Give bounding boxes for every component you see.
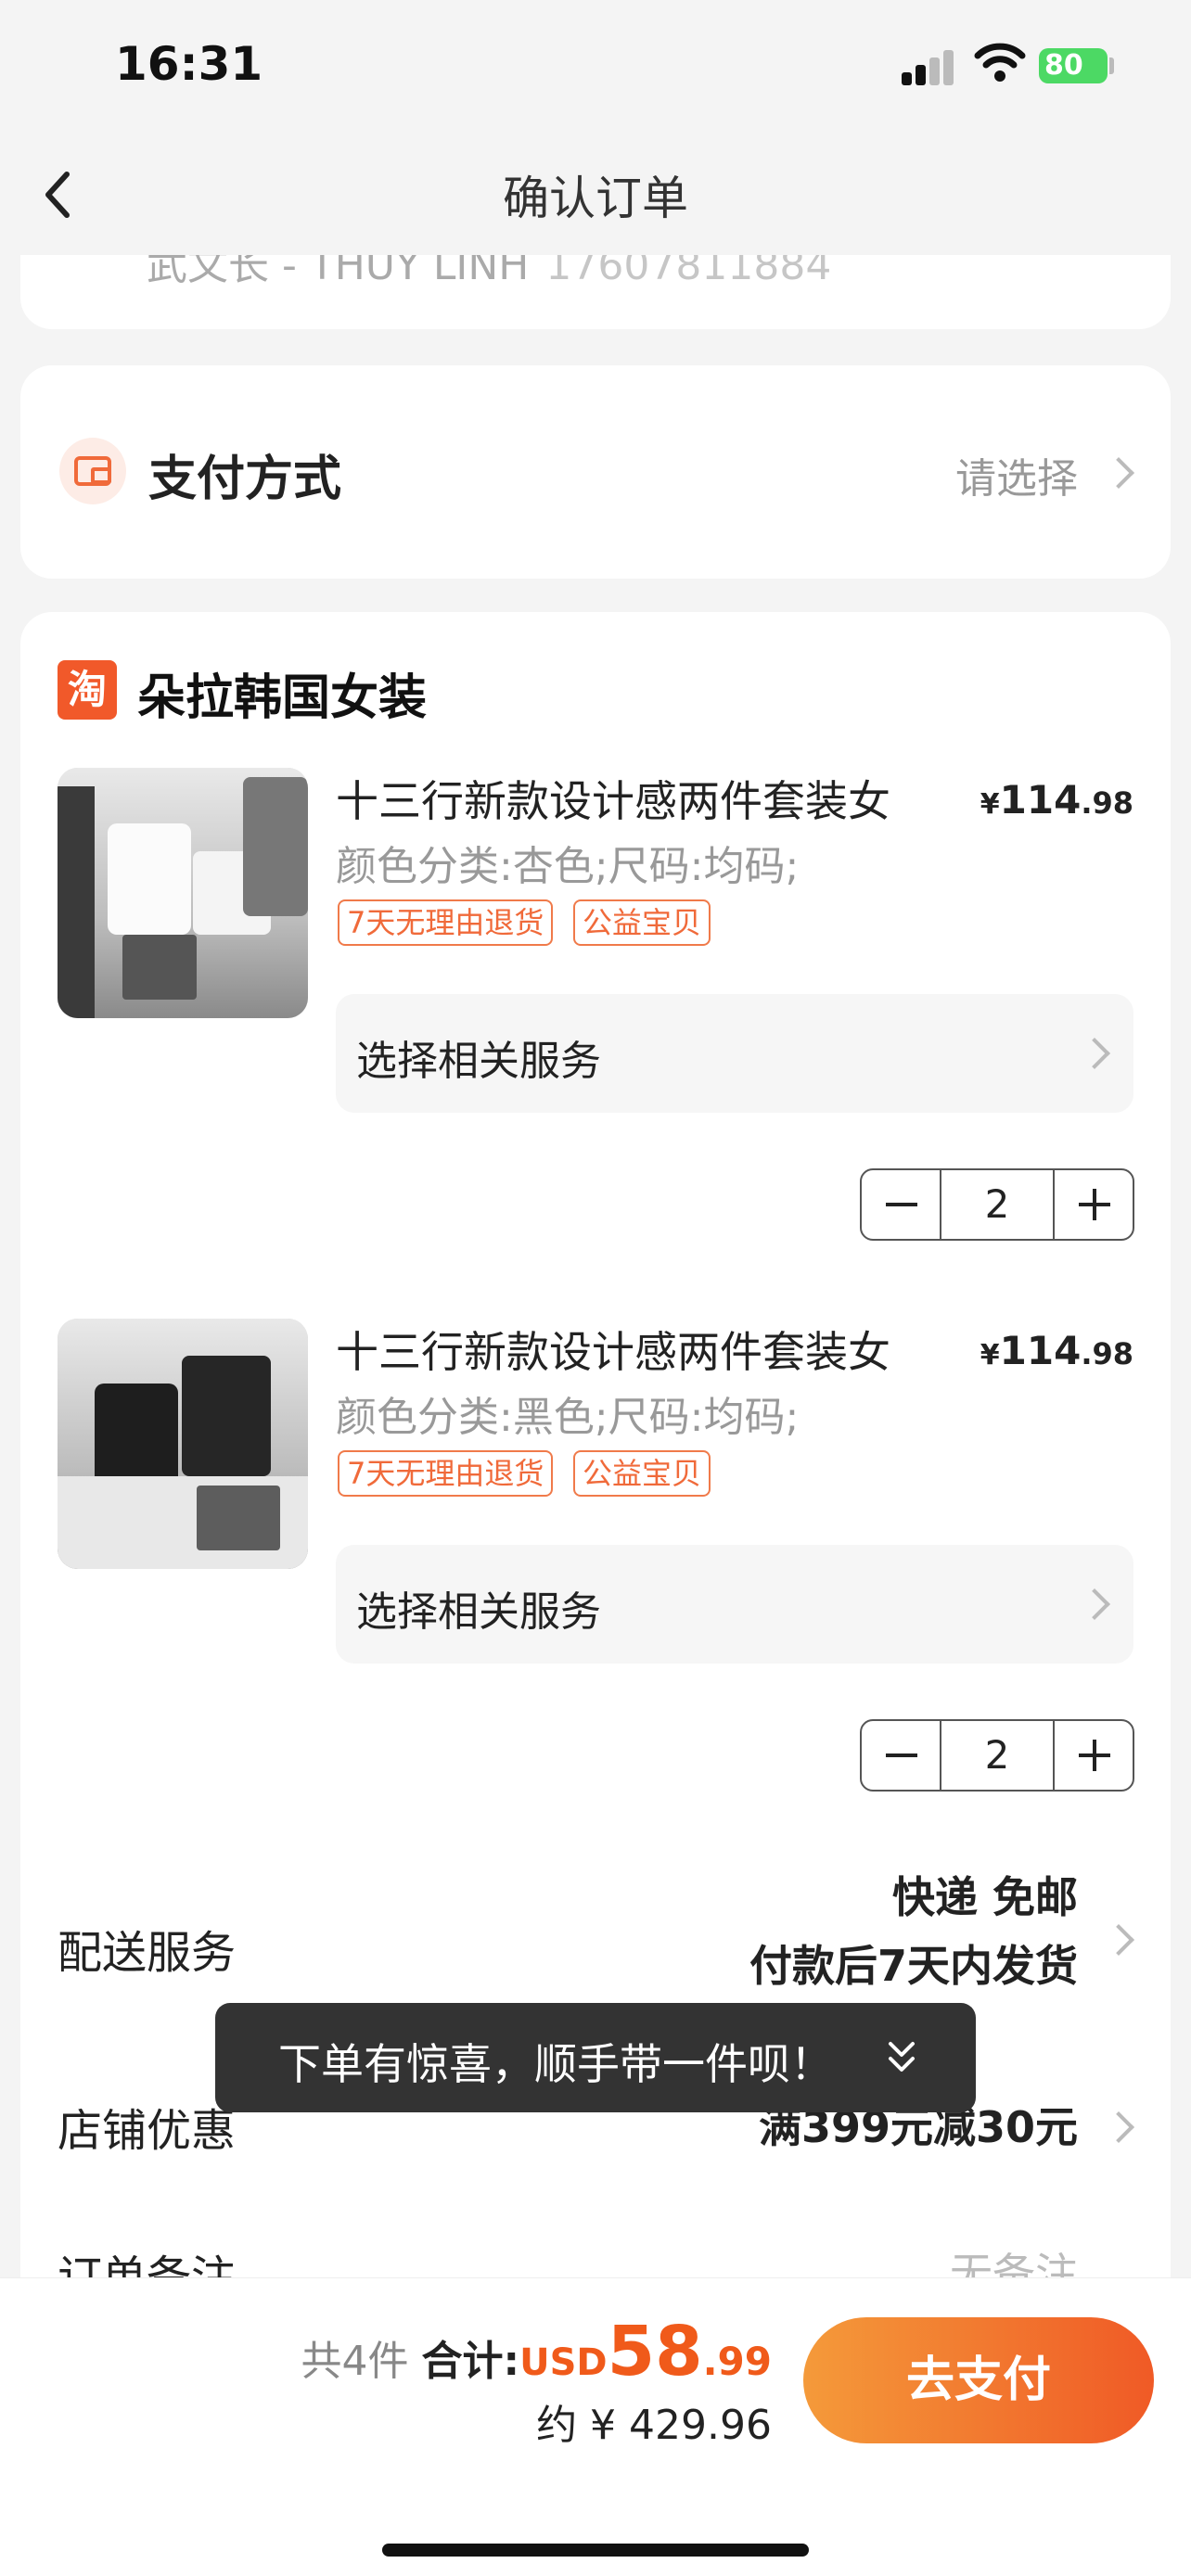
chevron-right-icon — [1079, 1588, 1110, 1620]
double-chevron-down-icon[interactable] — [885, 2036, 918, 2077]
quantity-stepper: 2 — [860, 1719, 1134, 1792]
promo-toast[interactable]: 下单有惊喜，顺手带一件呗！ — [215, 2003, 976, 2112]
wallet-icon — [59, 438, 126, 504]
cellular-signal-icon — [902, 48, 957, 85]
pay-button[interactable]: 去支付 — [803, 2317, 1154, 2443]
increase-quantity-button[interactable] — [1053, 1170, 1133, 1239]
store-discount-label: 店铺优惠 — [58, 2105, 237, 2157]
total-currency: USD — [519, 2341, 608, 2384]
return-policy-tag: 7天无理由退货 — [338, 899, 554, 946]
order-item: 十三行新款设计感两件套装女 ¥114.98 颜色分类:黑色;尺码:均码; 7天无… — [20, 1319, 1171, 1819]
order-total: 共4件 合计:USD58.99 — [301, 2312, 773, 2391]
select-service-row[interactable]: 选择相关服务 — [336, 994, 1133, 1113]
total-label: 合计: — [421, 2338, 520, 2385]
product-thumbnail[interactable] — [58, 1319, 308, 1569]
item-count: 共4件 — [301, 2338, 409, 2385]
order-note-label: 订单备注 — [58, 2251, 237, 2281]
delivery-label: 配送服务 — [58, 1927, 237, 1979]
charity-tag: 公益宝贝 — [573, 899, 711, 946]
product-thumbnail[interactable] — [58, 768, 308, 1018]
quantity-stepper: 2 — [860, 1168, 1134, 1241]
payment-method-label: 支付方式 — [148, 452, 342, 507]
chevron-right-icon — [1079, 1038, 1110, 1069]
checkout-bar: 共4件 合计:USD58.99 约 ¥ 429.96 去支付 — [0, 2277, 1191, 2576]
delivery-row[interactable]: 配送服务 快递 免邮 付款后7天内发货 — [20, 1864, 1171, 2012]
decrease-quantity-button[interactable] — [862, 1170, 941, 1239]
chevron-right-icon — [1103, 1924, 1134, 1956]
chevron-right-icon — [1103, 2111, 1134, 2143]
select-service-label: 选择相关服务 — [356, 1588, 601, 1636]
status-bar: 16:31 80 — [0, 0, 1191, 139]
product-spec: 颜色分类:黑色;尺码:均码; — [336, 1394, 800, 1441]
select-service-row[interactable]: 选择相关服务 — [336, 1545, 1133, 1664]
chevron-right-icon — [1103, 457, 1134, 489]
page-title: 确认订单 — [503, 172, 688, 225]
battery-icon: 80 — [1039, 48, 1108, 83]
decrease-quantity-button[interactable] — [862, 1721, 941, 1790]
battery-tip — [1109, 57, 1114, 74]
promo-toast-text: 下单有惊喜，顺手带一件呗！ — [278, 2039, 833, 2089]
total-amount-decimal: .99 — [702, 2339, 772, 2384]
taobao-shop-icon: 淘 — [58, 660, 117, 720]
approx-cny-total: 约 ¥ 429.96 — [536, 2402, 772, 2449]
wifi-icon — [974, 43, 1026, 82]
order-item: 十三行新款设计感两件套装女 ¥114.98 颜色分类:杏色;尺码:均码; 7天无… — [20, 768, 1171, 1269]
select-service-label: 选择相关服务 — [356, 1038, 601, 1085]
increase-quantity-button[interactable] — [1053, 1721, 1133, 1790]
product-title[interactable]: 十三行新款设计感两件套装女 — [336, 1319, 890, 1380]
product-price: ¥114.98 — [980, 1328, 1133, 1373]
quantity-value[interactable]: 2 — [941, 1732, 1053, 1778]
product-price: ¥114.98 — [980, 777, 1133, 823]
delivery-method: 快递 免邮 — [891, 1872, 1078, 1922]
order-note-row[interactable]: 订单备注 无备注 — [20, 2240, 1171, 2281]
payment-method-value: 请选择 — [955, 455, 1078, 503]
payment-method-row[interactable]: 支付方式 请选择 — [20, 365, 1171, 579]
shop-name[interactable]: 朵拉韩国女装 — [137, 658, 427, 728]
charity-tag: 公益宝贝 — [573, 1450, 711, 1497]
product-title[interactable]: 十三行新款设计感两件套装女 — [336, 768, 890, 829]
quantity-value[interactable]: 2 — [941, 1181, 1053, 1227]
order-note-value: 无备注 — [950, 2249, 1078, 2281]
status-time: 16:31 — [115, 37, 263, 91]
total-amount-integer: 58 — [607, 2312, 703, 2391]
delivery-time: 付款后7天内发货 — [749, 1941, 1078, 1991]
nav-bar: 确认订单 — [0, 139, 1191, 255]
product-spec: 颜色分类:杏色;尺码:均码; — [336, 843, 800, 890]
return-policy-tag: 7天无理由退货 — [338, 1450, 554, 1497]
home-indicator[interactable] — [382, 2544, 809, 2557]
battery-level: 80 — [1044, 49, 1083, 82]
